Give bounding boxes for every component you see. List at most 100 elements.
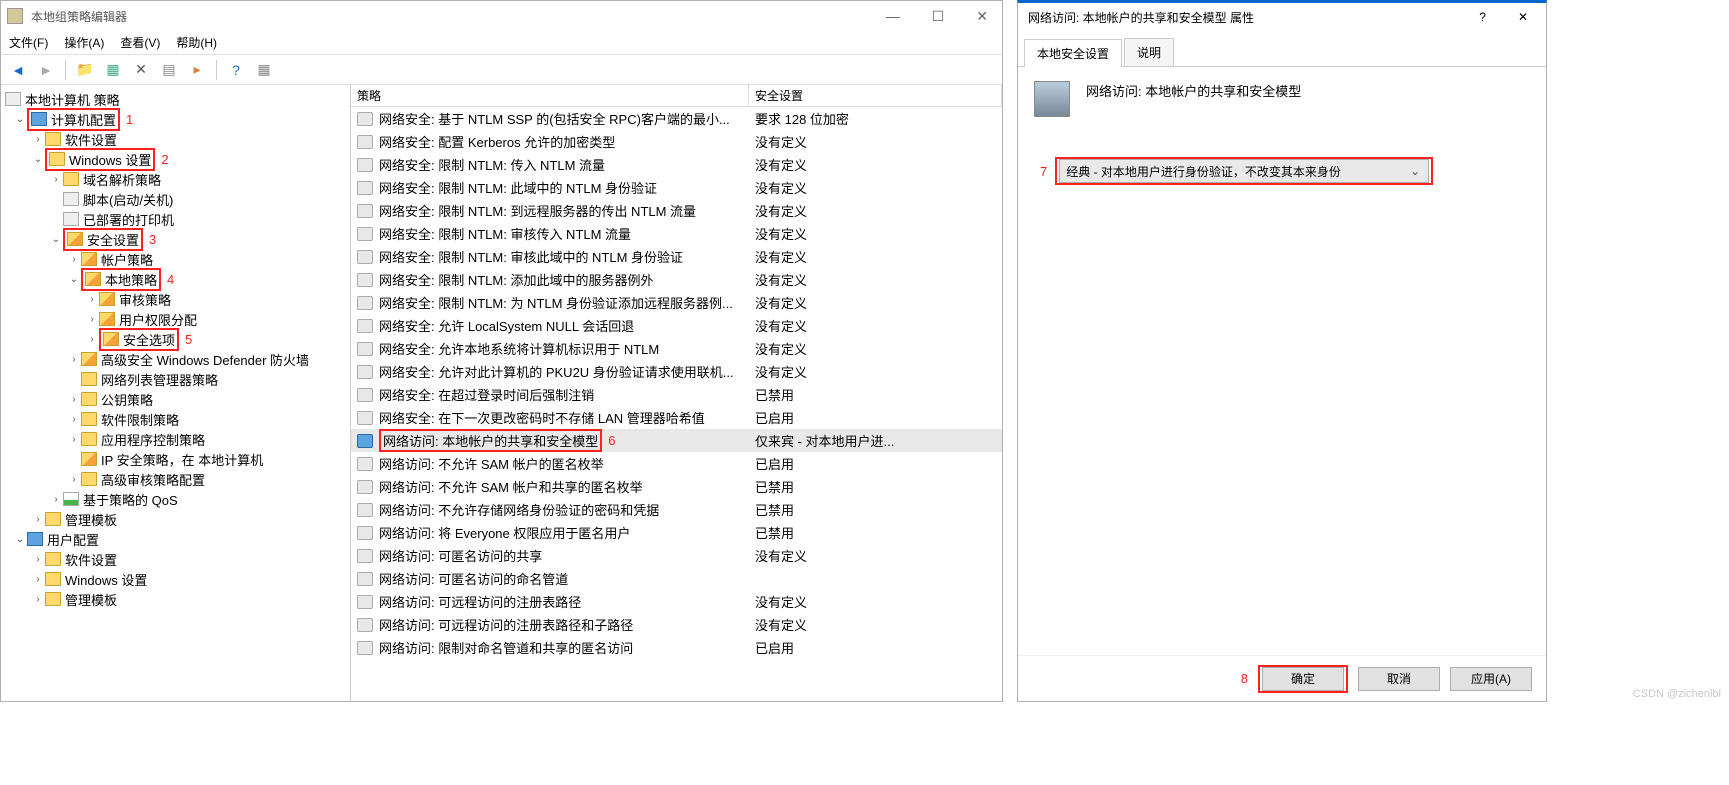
extra-button[interactable]: ▦ bbox=[253, 59, 275, 81]
tree-pane[interactable]: 本地计算机 策略 ⌄计算机配置1 ›软件设置 ⌄Windows 设置2 ›域名解… bbox=[1, 85, 351, 701]
policy-icon bbox=[357, 181, 373, 195]
list-row[interactable]: 网络安全: 在超过登录时间后强制注销已禁用 bbox=[351, 383, 1002, 406]
list-row[interactable]: 网络安全: 配置 Kerberos 允许的加密类型没有定义 bbox=[351, 130, 1002, 153]
help-button[interactable]: ? bbox=[1471, 8, 1494, 26]
delete-button[interactable]: ✕ bbox=[130, 59, 152, 81]
policy-value: 已启用 bbox=[749, 408, 1002, 427]
show-hide-button[interactable]: ▦ bbox=[102, 59, 124, 81]
apply-button[interactable]: 应用(A) bbox=[1450, 667, 1532, 691]
list-row[interactable]: 网络安全: 限制 NTLM: 此域中的 NTLM 身份验证没有定义 bbox=[351, 176, 1002, 199]
policy-value: 没有定义 bbox=[749, 316, 1002, 335]
ok-button[interactable]: 确定 bbox=[1262, 667, 1344, 691]
list-row[interactable]: 网络安全: 允许本地系统将计算机标识用于 NTLM没有定义 bbox=[351, 337, 1002, 360]
tree-deployed-printers[interactable]: 已部署的打印机 bbox=[1, 209, 350, 229]
cancel-button[interactable]: 取消 bbox=[1358, 667, 1440, 691]
tree-security-settings[interactable]: ⌄安全设置3 bbox=[1, 229, 350, 249]
tree-account-policy[interactable]: ›帐户策略 bbox=[1, 249, 350, 269]
list-row[interactable]: 网络访问: 将 Everyone 权限应用于匿名用户已禁用 bbox=[351, 521, 1002, 544]
tree-user-config[interactable]: ⌄用户配置 bbox=[1, 529, 350, 549]
tree-advanced-audit[interactable]: ›高级审核策略配置 bbox=[1, 469, 350, 489]
tree-software-settings2[interactable]: ›软件设置 bbox=[1, 549, 350, 569]
tree-software-restrict[interactable]: ›软件限制策略 bbox=[1, 409, 350, 429]
tree-scripts[interactable]: 脚本(启动/关机) bbox=[1, 189, 350, 209]
policy-icon bbox=[357, 595, 373, 609]
tree-app-control[interactable]: ›应用程序控制策略 bbox=[1, 429, 350, 449]
list-row[interactable]: 网络访问: 不允许存储网络身份验证的密码和凭据已禁用 bbox=[351, 498, 1002, 521]
tree-windows-settings2[interactable]: ›Windows 设置 bbox=[1, 569, 350, 589]
tree-software-settings[interactable]: ›软件设置 bbox=[1, 129, 350, 149]
tree-windows-settings[interactable]: ⌄Windows 设置2 bbox=[1, 149, 350, 169]
list-row[interactable]: 网络访问: 不允许 SAM 帐户和共享的匿名枚举已禁用 bbox=[351, 475, 1002, 498]
policy-icon bbox=[357, 434, 373, 448]
policy-icon bbox=[357, 273, 373, 287]
maximize-button[interactable]: ☐ bbox=[924, 6, 953, 27]
list-row[interactable]: 网络安全: 限制 NTLM: 到远程服务器的传出 NTLM 流量没有定义 bbox=[351, 199, 1002, 222]
tree-user-rights[interactable]: ›用户权限分配 bbox=[1, 309, 350, 329]
minimize-button[interactable]: — bbox=[878, 6, 908, 27]
folder-icon bbox=[81, 252, 97, 266]
list-row[interactable]: 网络访问: 可匿名访问的命名管道 bbox=[351, 567, 1002, 590]
tabs: 本地安全设置 说明 bbox=[1018, 39, 1546, 67]
col-setting[interactable]: 安全设置 bbox=[749, 85, 1002, 106]
list-row[interactable]: 网络安全: 限制 NTLM: 为 NTLM 身份验证添加远程服务器例...没有定… bbox=[351, 291, 1002, 314]
security-model-combo[interactable]: 经典 - 对本地用户进行身份验证，不改变其本来身份 bbox=[1059, 159, 1429, 183]
policy-icon bbox=[357, 342, 373, 356]
tree-admin-templates1[interactable]: ›管理模板 bbox=[1, 509, 350, 529]
folder-icon bbox=[85, 272, 101, 286]
list-row[interactable]: 网络访问: 可远程访问的注册表路径和子路径没有定义 bbox=[351, 613, 1002, 636]
folder-icon bbox=[45, 512, 61, 526]
menu-file[interactable]: 文件(F) bbox=[9, 34, 48, 51]
policy-icon bbox=[357, 572, 373, 586]
menu-view[interactable]: 查看(V) bbox=[120, 34, 160, 51]
tree-computer-config[interactable]: ⌄计算机配置1 bbox=[1, 109, 350, 129]
menu-action[interactable]: 操作(A) bbox=[64, 34, 104, 51]
list-row[interactable]: 网络安全: 限制 NTLM: 添加此域中的服务器例外没有定义 bbox=[351, 268, 1002, 291]
properties-button[interactable]: ▤ bbox=[158, 59, 180, 81]
menu-help[interactable]: 帮助(H) bbox=[176, 34, 217, 51]
list-row[interactable]: 网络安全: 允许 LocalSystem NULL 会话回退没有定义 bbox=[351, 314, 1002, 337]
close-button[interactable]: ✕ bbox=[1510, 8, 1536, 26]
folder-icon bbox=[45, 552, 61, 566]
list-row[interactable]: 网络安全: 限制 NTLM: 审核此域中的 NTLM 身份验证没有定义 bbox=[351, 245, 1002, 268]
list-row[interactable]: 网络安全: 允许对此计算机的 PKU2U 身份验证请求使用联机...没有定义 bbox=[351, 360, 1002, 383]
list-row[interactable]: 网络安全: 限制 NTLM: 传入 NTLM 流量没有定义 bbox=[351, 153, 1002, 176]
export-button[interactable]: ▸ bbox=[186, 59, 208, 81]
annotation-7: 7 bbox=[1040, 164, 1047, 179]
list-row[interactable]: 网络安全: 在下一次更改密码时不存储 LAN 管理器哈希值已启用 bbox=[351, 406, 1002, 429]
list-row[interactable]: 网络访问: 可匿名访问的共享没有定义 bbox=[351, 544, 1002, 567]
dialog-title: 网络访问: 本地帐户的共享和安全模型 属性 bbox=[1028, 9, 1471, 26]
policy-value: 没有定义 bbox=[749, 247, 1002, 266]
tree-public-key[interactable]: ›公钥策略 bbox=[1, 389, 350, 409]
back-button[interactable]: ◄ bbox=[7, 59, 29, 81]
policy-icon bbox=[357, 112, 373, 126]
tree-network-list[interactable]: 网络列表管理器策略 bbox=[1, 369, 350, 389]
col-policy[interactable]: 策略 bbox=[351, 85, 749, 106]
list-row[interactable]: 网络访问: 本地帐户的共享和安全模型6仅来宾 - 对本地用户进... bbox=[351, 429, 1002, 452]
list-body[interactable]: 网络安全: 基于 NTLM SSP 的(包括安全 RPC)客户端的最小...要求… bbox=[351, 107, 1002, 701]
list-row[interactable]: 网络访问: 可远程访问的注册表路径没有定义 bbox=[351, 590, 1002, 613]
tree-dns-policy[interactable]: ›域名解析策略 bbox=[1, 169, 350, 189]
tree-local-policy[interactable]: ⌄本地策略4 bbox=[1, 269, 350, 289]
tree-admin-templates2[interactable]: ›管理模板 bbox=[1, 589, 350, 609]
list-row[interactable]: 网络访问: 限制对命名管道和共享的匿名访问已启用 bbox=[351, 636, 1002, 659]
tree-audit-policy[interactable]: ›审核策略 bbox=[1, 289, 350, 309]
tree-ip-security[interactable]: IP 安全策略，在 本地计算机 bbox=[1, 449, 350, 469]
policy-value: 没有定义 bbox=[749, 362, 1002, 381]
policy-icon bbox=[1034, 81, 1070, 117]
up-button[interactable]: 📁 bbox=[74, 59, 96, 81]
help-button[interactable]: ? bbox=[225, 59, 247, 81]
list-row[interactable]: 网络访问: 不允许 SAM 帐户的匿名枚举已启用 bbox=[351, 452, 1002, 475]
tree-qos[interactable]: ›基于策略的 QoS bbox=[1, 489, 350, 509]
policy-value: 已禁用 bbox=[749, 477, 1002, 496]
list-row[interactable]: 网络安全: 基于 NTLM SSP 的(包括安全 RPC)客户端的最小...要求… bbox=[351, 107, 1002, 130]
close-button[interactable]: ✕ bbox=[968, 6, 996, 27]
tree-root[interactable]: 本地计算机 策略 bbox=[1, 89, 350, 109]
policy-value: 没有定义 bbox=[749, 132, 1002, 151]
policy-value: 没有定义 bbox=[749, 178, 1002, 197]
tree-security-options[interactable]: ›安全选项5 bbox=[1, 329, 350, 349]
tab-description[interactable]: 说明 bbox=[1124, 38, 1174, 66]
tab-local-security[interactable]: 本地安全设置 bbox=[1024, 39, 1122, 67]
list-row[interactable]: 网络安全: 限制 NTLM: 审核传入 NTLM 流量没有定义 bbox=[351, 222, 1002, 245]
tree-defender[interactable]: ›高级安全 Windows Defender 防火墙 bbox=[1, 349, 350, 369]
forward-button[interactable]: ► bbox=[35, 59, 57, 81]
